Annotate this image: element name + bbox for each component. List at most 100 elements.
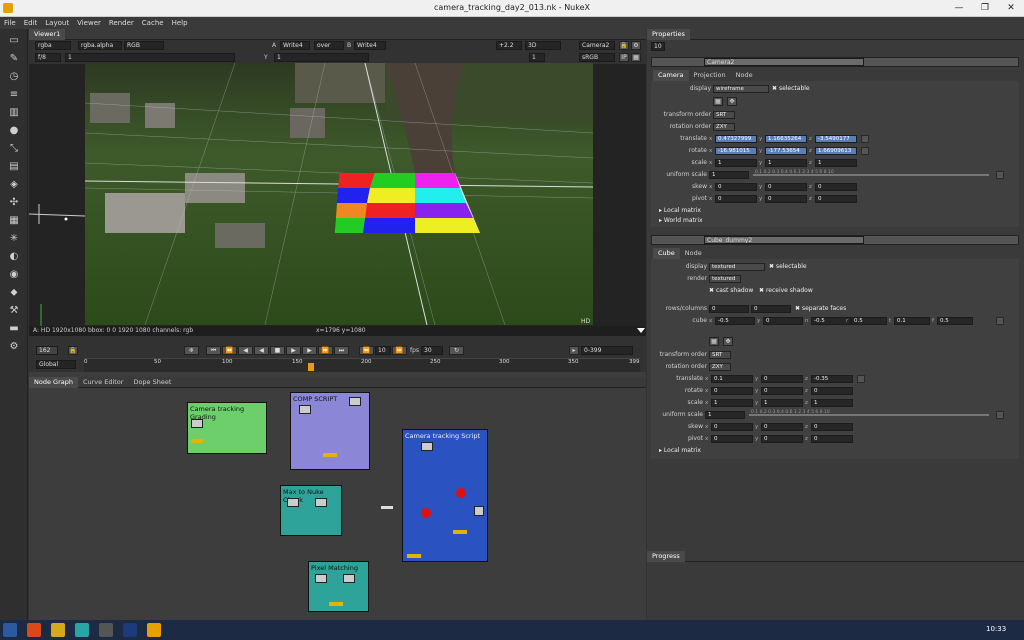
range-toggle[interactable]: ▸ — [569, 346, 579, 355]
cube-transform-order-dropdown[interactable]: SRT — [709, 351, 731, 359]
read-node[interactable] — [315, 574, 327, 583]
backdrop-camera-tracking-script[interactable]: Camera tracking Script — [402, 429, 488, 562]
stop-button[interactable]: ■ — [270, 346, 285, 355]
cube-anim-button[interactable] — [996, 317, 1004, 325]
b-input-dropdown[interactable]: Write4 — [354, 41, 386, 50]
particles-nodes-icon[interactable]: ✳ — [8, 233, 20, 245]
camera-node[interactable] — [456, 488, 466, 498]
rotate-z[interactable]: 1.66909613 — [815, 147, 857, 155]
tab-cube[interactable]: Cube — [653, 248, 680, 259]
compare-op-dropdown[interactable]: over — [314, 41, 344, 50]
start-button-icon[interactable] — [3, 623, 17, 637]
uniform-scale-anim-button[interactable] — [996, 171, 1004, 179]
receive-shadow-checkbox[interactable]: ✖ receive shadow — [759, 287, 813, 295]
separate-faces-checkbox[interactable]: ✖ separate faces — [795, 305, 846, 313]
write-node[interactable] — [453, 530, 467, 534]
display-dropdown[interactable]: wireframe — [713, 85, 769, 93]
cube-translate-anim-button[interactable] — [857, 375, 865, 383]
cube-rotate-z[interactable]: 0 — [811, 387, 853, 395]
cube-file-menu-icon[interactable]: ▦ — [709, 337, 719, 346]
cube-header[interactable]: Cube_dummy2 — [651, 235, 1019, 245]
frame-lock-icon[interactable]: 🔒 — [68, 346, 78, 355]
read-node[interactable] — [315, 498, 327, 507]
cast-shadow-checkbox[interactable]: ✖ cast shadow — [709, 287, 753, 295]
cube-pivot-y[interactable]: 0 — [761, 435, 803, 443]
3ds-max-icon[interactable] — [99, 623, 113, 637]
tab-node[interactable]: Node — [731, 70, 758, 81]
cube-pivot-z[interactable]: 0 — [811, 435, 853, 443]
a-input-dropdown[interactable]: Write4 — [280, 41, 310, 50]
tab-dope-sheet[interactable]: Dope Sheet — [128, 377, 176, 388]
alpha-dropdown[interactable]: rgba.alpha — [78, 41, 122, 50]
read-node[interactable] — [299, 405, 311, 414]
rotation-order-dropdown[interactable]: ZXY — [713, 123, 735, 131]
menu-render[interactable]: Render — [105, 17, 138, 29]
gain-field[interactable]: 1 — [65, 53, 235, 62]
scale-z[interactable]: 1 — [815, 159, 857, 167]
tab-cube-node[interactable]: Node — [680, 248, 707, 259]
channel-nodes-icon[interactable]: ≡ — [8, 89, 20, 101]
menu-edit[interactable]: Edit — [20, 17, 42, 29]
pivot-z[interactable]: 0 — [815, 195, 857, 203]
frame-field[interactable]: 162 — [36, 346, 58, 355]
file-menu-icon[interactable]: ▦ — [713, 97, 723, 106]
first-frame-button[interactable]: ⏮ — [206, 346, 221, 355]
max-panels-field[interactable]: 10 — [651, 42, 665, 51]
transform-order-dropdown[interactable]: SRT — [713, 111, 735, 119]
cube-name-field[interactable]: Cube_dummy2 — [704, 236, 864, 244]
transform-nodes-icon[interactable]: ✣ — [8, 197, 20, 209]
world-matrix-toggle[interactable]: ▸ World matrix — [659, 217, 703, 225]
lock-icon[interactable]: 🔒 — [619, 41, 629, 50]
cube-n[interactable]: -0.5 — [811, 317, 851, 325]
pivot-x[interactable]: 0 — [715, 195, 757, 203]
skew-z[interactable]: 0 — [815, 183, 857, 191]
cube-selectable-checkbox[interactable]: ✖ selectable — [769, 263, 807, 271]
pivot-y[interactable]: 0 — [765, 195, 807, 203]
play-backward-button[interactable]: ◀ — [254, 346, 269, 355]
read-node[interactable] — [349, 397, 361, 406]
draw-nodes-icon[interactable]: ✎ — [8, 53, 20, 65]
cube-uniform-scale-field[interactable]: 1 — [705, 411, 745, 419]
tab-progress[interactable]: Progress — [647, 551, 685, 562]
roi-icon[interactable]: ▦ — [631, 53, 641, 62]
channels-dropdown[interactable]: rgba — [35, 41, 71, 50]
cube-rotation-order-dropdown[interactable]: ZXY — [709, 363, 731, 371]
merge-node[interactable] — [329, 602, 343, 606]
cube-r[interactable]: 0.5 — [851, 317, 887, 325]
camera-dropdown[interactable]: Camera2 — [579, 41, 615, 50]
3d-nodes-icon[interactable]: ◈ — [8, 179, 20, 191]
menu-file[interactable]: File — [0, 17, 20, 29]
read-node[interactable] — [343, 574, 355, 583]
fps-field[interactable]: 30 — [421, 346, 443, 355]
explorer-icon[interactable] — [51, 623, 65, 637]
merge-node[interactable] — [323, 453, 337, 457]
metadata-nodes-icon[interactable]: ◉ — [8, 269, 20, 281]
info-expand-icon[interactable] — [637, 328, 645, 333]
loop-mode-button[interactable]: ↻ — [449, 346, 464, 355]
tab-node-graph[interactable]: Node Graph — [29, 377, 78, 388]
cube-f[interactable]: 0.5 — [937, 317, 973, 325]
rows-field[interactable]: 0 — [709, 305, 749, 313]
keyer-nodes-icon[interactable]: ⤡ — [8, 143, 20, 155]
scale-y[interactable]: 1 — [765, 159, 807, 167]
prev-frame-button[interactable]: ◀ — [238, 346, 253, 355]
views-nodes-icon[interactable]: ▦ — [8, 215, 20, 227]
tab-projection[interactable]: Projection — [689, 70, 731, 81]
color-nodes-icon[interactable]: ▥ — [8, 107, 20, 119]
menu-help[interactable]: Help — [168, 17, 192, 29]
cube-uniform-scale-anim-button[interactable] — [996, 411, 1004, 419]
translate-z[interactable]: -3.5490177 — [815, 135, 857, 143]
filter-nodes-icon[interactable]: ● — [8, 125, 20, 137]
scene-node[interactable] — [421, 508, 431, 518]
skew-x[interactable]: 0 — [715, 183, 757, 191]
app-icon[interactable] — [75, 623, 89, 637]
playhead-marker[interactable] — [308, 363, 314, 371]
cube-skew-x[interactable]: 0 — [711, 423, 753, 431]
snap-icon[interactable]: ✥ — [727, 97, 737, 106]
play-forward-button[interactable]: ▶ — [286, 346, 301, 355]
cube-translate-y[interactable]: 0 — [761, 375, 803, 383]
input-process-button[interactable]: IP — [619, 53, 629, 62]
display-channels-dropdown[interactable]: RGB — [124, 41, 164, 50]
firefox-icon[interactable] — [27, 623, 41, 637]
furnace-icon[interactable]: ⚙ — [8, 341, 20, 353]
